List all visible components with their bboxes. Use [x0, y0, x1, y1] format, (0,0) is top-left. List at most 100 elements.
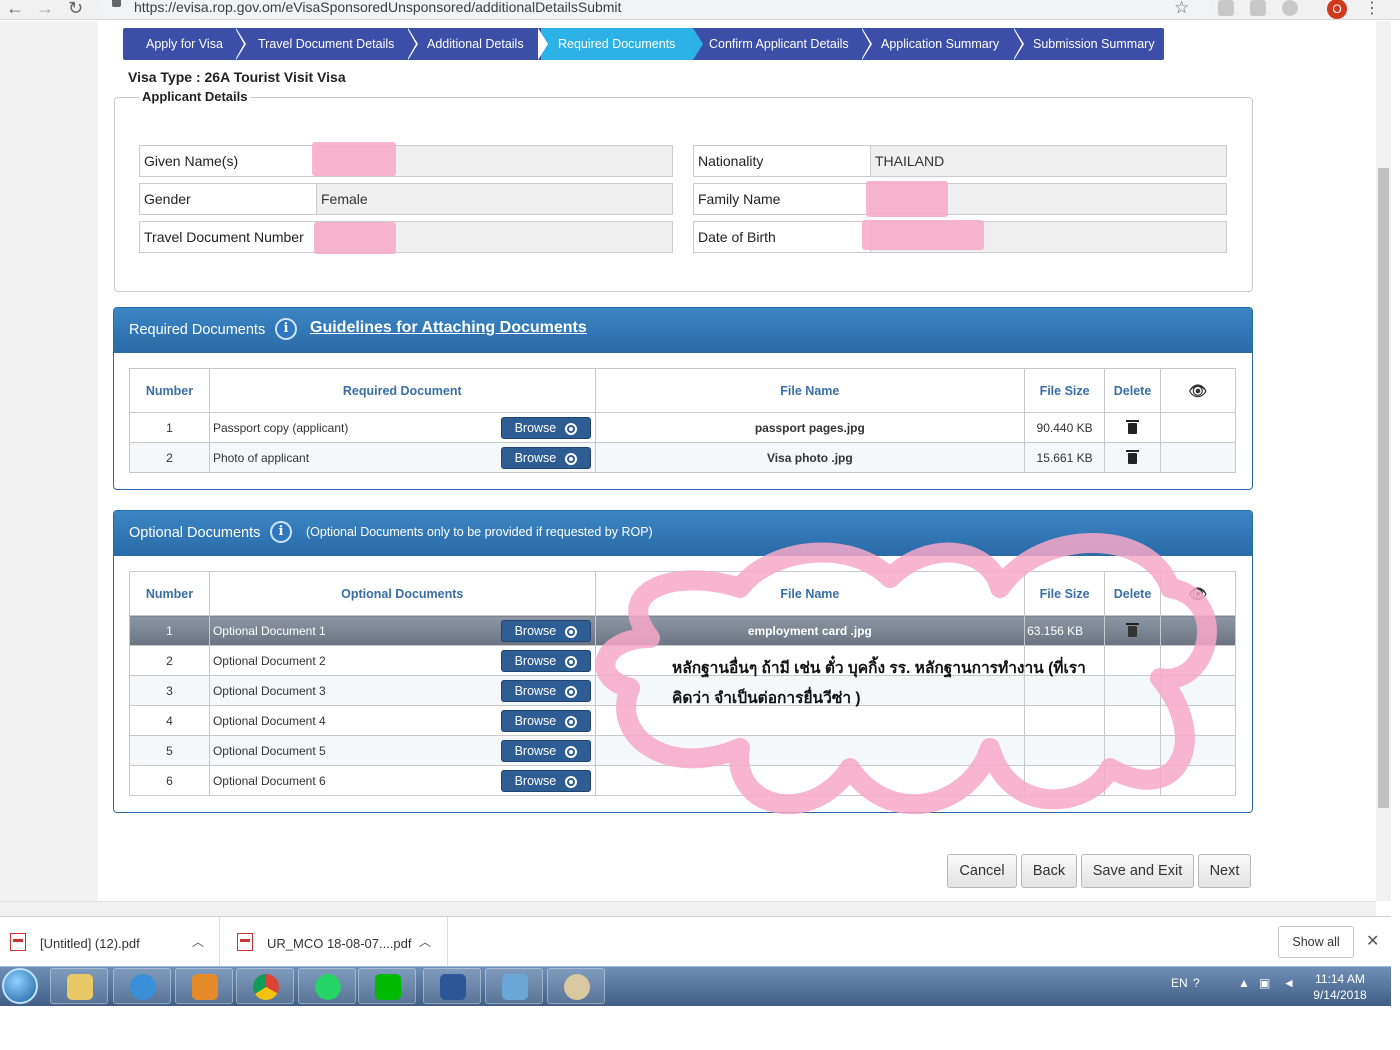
next-button[interactable]: Next — [1198, 854, 1251, 888]
document-cell: Photo of applicant Browse — [208, 442, 596, 473]
file-name[interactable]: Visa photo .jpg — [594, 442, 1026, 473]
paint-taskbar-icon[interactable] — [547, 968, 605, 1004]
document-cell: Optional Document 3 Browse — [208, 675, 596, 706]
progress-stepper: Apply for Visa Travel Document Details A… — [123, 28, 1164, 60]
step-required-documents[interactable]: Required Documents — [541, 28, 693, 60]
column-header: File Size — [1024, 368, 1106, 413]
explorer-taskbar-icon[interactable] — [50, 968, 108, 1004]
delete-cell — [1104, 442, 1162, 473]
dob-label: Date of Birth — [694, 222, 871, 252]
info-icon[interactable]: i — [275, 318, 297, 340]
table-row: 6 Optional Document 6 Browse — [129, 765, 1236, 796]
file-name[interactable]: passport pages.jpg — [594, 412, 1026, 443]
bookmark-star-icon[interactable]: ☆ — [1174, 0, 1189, 18]
eye-icon: 👁 — [1188, 382, 1208, 400]
file-name[interactable]: employment card .jpg — [594, 615, 1026, 646]
browse-button[interactable]: Browse — [500, 447, 591, 469]
view-cell — [1160, 412, 1236, 443]
step-apply-for-visa[interactable]: Apply for Visa — [146, 28, 223, 60]
upload-icon — [564, 686, 577, 698]
extension-icon[interactable] — [1282, 0, 1298, 16]
back-arrow-icon[interactable]: ← — [6, 0, 24, 19]
show-hidden-icons-icon[interactable]: ▲ — [1238, 976, 1250, 990]
trash-icon[interactable] — [1126, 449, 1140, 464]
browse-button[interactable]: Browse — [500, 680, 591, 702]
browse-button[interactable]: Browse — [500, 417, 591, 439]
browse-label: Browse — [514, 451, 557, 465]
download-item[interactable]: UR_MCO 18-08-07....pdf ︿ — [220, 917, 448, 967]
browse-label: Browse — [514, 714, 557, 728]
back-button[interactable]: Back — [1021, 854, 1077, 888]
download-item[interactable]: [Untitled] (12).pdf ︿ — [0, 917, 220, 967]
trash-icon[interactable] — [1126, 419, 1140, 434]
row-number: 2 — [129, 645, 210, 676]
view-cell — [1160, 442, 1236, 473]
language-indicator[interactable]: EN — [1171, 976, 1188, 990]
step-additional-details[interactable]: Additional Details — [427, 28, 524, 60]
row-number: 1 — [129, 615, 210, 646]
gender-value: Female — [317, 184, 672, 214]
extension-icon[interactable] — [1250, 0, 1266, 16]
file-name — [594, 735, 1026, 766]
step-travel-document-details[interactable]: Travel Document Details — [258, 28, 394, 60]
volume-icon[interactable]: ◄ — [1283, 976, 1295, 990]
document-cell: Optional Document 2 Browse — [208, 645, 596, 676]
browse-button[interactable]: Browse — [500, 620, 591, 642]
reload-icon[interactable]: ↻ — [68, 0, 83, 19]
extension-icon[interactable] — [1218, 0, 1234, 16]
gender-label: Gender — [140, 184, 317, 214]
family-name-label: Family Name — [694, 184, 871, 214]
travel-doc-label: Travel Document Number — [140, 222, 317, 252]
step-confirm-applicant-details[interactable]: Confirm Applicant Details — [709, 28, 849, 60]
document-label: Optional Document 5 — [212, 743, 326, 758]
optional-documents-note: (Optional Documents only to be provided … — [306, 525, 653, 539]
help-icon[interactable]: ? — [1193, 976, 1200, 990]
chevron-up-icon[interactable]: ︿ — [192, 933, 204, 950]
horizontal-scrollbar[interactable] — [0, 901, 1376, 916]
pdf-icon — [237, 933, 253, 951]
nationality-value: THAILAND — [871, 146, 1226, 176]
save-and-exit-button[interactable]: Save and Exit — [1081, 854, 1194, 888]
guidelines-link[interactable]: Guidelines for Attaching Documents — [310, 319, 587, 337]
browse-button[interactable]: Browse — [500, 770, 591, 792]
browse-button[interactable]: Browse — [500, 710, 591, 732]
close-icon[interactable]: ✕ — [1366, 931, 1379, 951]
clock[interactable]: 11:14 AM 9/14/2018 — [1305, 971, 1375, 1003]
trash-icon[interactable] — [1126, 622, 1140, 637]
view-cell — [1160, 765, 1236, 796]
upload-icon — [564, 656, 577, 668]
show-all-button[interactable]: Show all — [1278, 926, 1354, 958]
document-cell: Optional Document 1 Browse — [208, 615, 596, 646]
whatsapp-taskbar-icon[interactable] — [298, 968, 356, 1004]
line-taskbar-icon[interactable] — [358, 968, 416, 1004]
document-label: Optional Document 6 — [212, 773, 326, 788]
address-bar[interactable]: https://evisa.rop.gov.om/eVisaSponsoredU… — [100, 0, 1210, 18]
column-header: Optional Documents — [208, 571, 596, 616]
chrome-taskbar-icon[interactable] — [236, 968, 294, 1004]
step-submission-summary[interactable]: Submission Summary — [1033, 28, 1155, 60]
cancel-button[interactable]: Cancel — [947, 854, 1017, 888]
row-number: 6 — [129, 765, 210, 796]
browse-button[interactable]: Browse — [500, 740, 591, 762]
scrollbar-thumb[interactable] — [1378, 168, 1389, 808]
upload-icon — [564, 746, 577, 758]
forward-arrow-icon[interactable]: → — [36, 0, 54, 19]
redaction-mark — [314, 222, 396, 254]
view-cell — [1160, 735, 1236, 766]
document-label: Optional Document 4 — [212, 713, 326, 728]
internet-explorer-taskbar-icon[interactable] — [113, 968, 171, 1004]
media-player-taskbar-icon[interactable] — [175, 968, 233, 1004]
network-icon[interactable]: ▣ — [1259, 976, 1270, 990]
word-taskbar-icon[interactable] — [423, 968, 481, 1004]
column-header: File Name — [594, 571, 1026, 616]
start-button[interactable] — [2, 968, 38, 1004]
file-size: 63.156 KB — [1024, 615, 1106, 646]
profile-avatar[interactable]: O — [1327, 0, 1347, 19]
browse-button[interactable]: Browse — [500, 650, 591, 672]
chevron-up-icon[interactable]: ︿ — [419, 933, 431, 950]
menu-kebab-icon[interactable]: ⋮ — [1364, 0, 1380, 18]
info-icon[interactable]: i — [270, 521, 292, 543]
step-application-summary[interactable]: Application Summary — [881, 28, 999, 60]
optional-documents-header: Optional Documents i (Optional Documents… — [114, 511, 1252, 556]
photo-viewer-taskbar-icon[interactable] — [485, 968, 543, 1004]
